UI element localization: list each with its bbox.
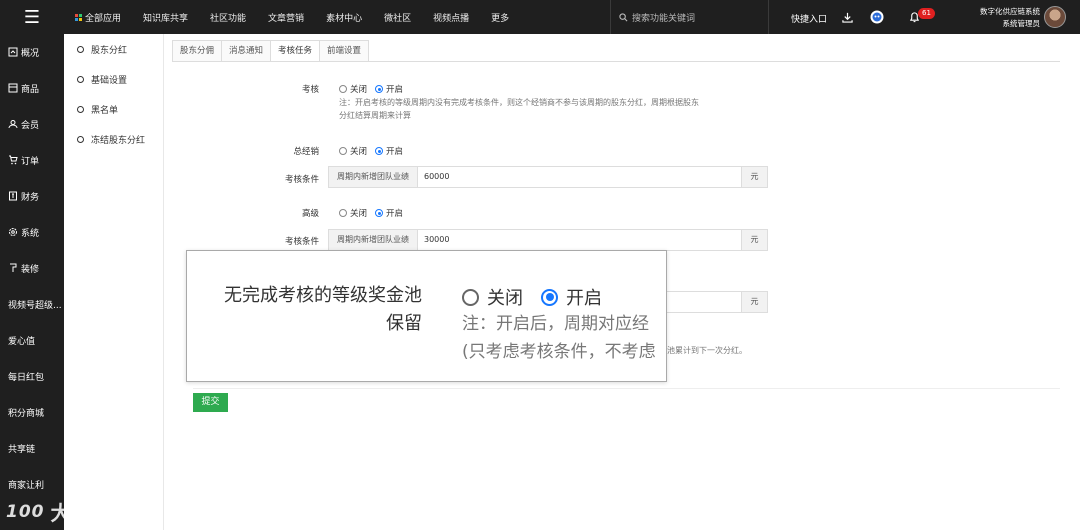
sub-nav: 股东分红 基础设置 黑名单 冻结股东分红 [64, 34, 164, 530]
sidebar-item-share-chain[interactable]: 共享链 [0, 430, 64, 466]
gear-icon [9, 228, 17, 236]
circle-icon [77, 105, 84, 113]
subnav-item-blacklist[interactable]: 黑名单 [64, 94, 163, 124]
form-divider [193, 388, 1060, 389]
sidebar-item-daily-redpacket[interactable]: 每日红包 [0, 358, 64, 394]
nav-all-apps[interactable]: 全部应用 [75, 11, 121, 24]
quick-entry-button[interactable]: 快捷入口 [791, 12, 827, 25]
sidebar-item-orders[interactable]: 订单 [0, 142, 64, 178]
level-general-cond-value[interactable]: 60000 [418, 167, 741, 187]
nav-micro-community[interactable]: 微社区 [384, 11, 411, 24]
tab-assessment-task[interactable]: 考核任务 [270, 40, 321, 62]
nav-community[interactable]: 社区功能 [210, 11, 246, 24]
finance-icon [9, 191, 17, 201]
level-senior-off-radio[interactable] [339, 209, 347, 217]
user-role: 系统管理员 [1002, 19, 1041, 28]
sidebar-item-members[interactable]: 会员 [0, 106, 64, 142]
nav-material[interactable]: 素材中心 [326, 11, 362, 24]
pool-retain-radio-group: 关闭 开启 [462, 284, 602, 310]
nav-video[interactable]: 视频点播 [433, 11, 469, 24]
level-general-cond-input[interactable]: 周期内新增团队业绩 60000 元 [328, 166, 768, 188]
circle-icon [77, 45, 84, 53]
top-bar: ☰ 全部应用 知识库共享 社区功能 文章营销 素材中心 微社区 视频点播 更多 … [0, 0, 1080, 34]
level-general-radio-group: 关闭 开启 [339, 145, 403, 157]
level-general-on-radio[interactable] [375, 147, 384, 155]
pool-retain-note: 注：开启后，周期对应经 (只考虑考核条件，不考虑 [462, 314, 656, 362]
pool-note-tail: 池累计到下一次分红。 [667, 346, 747, 355]
sidebar: 概况 商品 会员 订单 财务 系统 装修 视频号超级... 爱心值 每日红包 积… [0, 34, 64, 530]
level-senior-radio-group: 关闭 开启 [339, 207, 403, 219]
level-senior-cond-label: 考核条件 [284, 237, 319, 247]
subnav-item-basic-settings[interactable]: 基础设置 [64, 64, 163, 94]
apps-grid-icon [75, 13, 82, 21]
assess-on-radio[interactable] [375, 85, 384, 93]
tab-frontend-settings[interactable]: 前端设置 [319, 40, 370, 62]
sidebar-item-finance[interactable]: 财务 [0, 178, 64, 214]
pool-retain-off-radio[interactable] [462, 288, 479, 306]
user-system-name: 数字化供应链系统 [980, 7, 1040, 16]
user-icon [8, 120, 18, 129]
level-senior-label: 高级 [301, 209, 319, 219]
submit-button[interactable]: 提交 [193, 393, 228, 412]
avatar[interactable] [1044, 6, 1066, 28]
circle-icon [77, 75, 84, 83]
menu-icon[interactable]: ☰ [0, 0, 64, 34]
assess-radio-group: 关闭 开启 [339, 83, 403, 95]
sidebar-item-love-value[interactable]: 爱心值 [0, 322, 64, 358]
top-nav: 全部应用 知识库共享 社区功能 文章营销 素材中心 微社区 视频点播 更多 [64, 0, 520, 34]
zoom-callout: 无完成考核的等级奖金池保留 关闭 开启 注：开启后，周期对应经 (只考虑考核条件… [186, 250, 667, 382]
watermark-logo: 100 [6, 501, 45, 522]
sidebar-item-points-mall[interactable]: 积分商城 [0, 394, 64, 430]
tab-divider [172, 61, 1060, 62]
assess-off-radio[interactable] [339, 85, 347, 93]
circle-icon [77, 135, 84, 143]
nav-more[interactable]: 更多 [491, 11, 509, 24]
pool-retain-on-radio[interactable] [541, 288, 558, 306]
level-senior-cond-input[interactable]: 周期内新增团队业绩 30000 元 [328, 229, 768, 251]
subnav-item-frozen-dividend[interactable]: 冻结股东分红 [64, 124, 163, 154]
download-icon[interactable] [839, 9, 855, 25]
dashboard-icon [8, 47, 18, 57]
pool-input-partial[interactable]: 元 [650, 291, 768, 313]
watermark: 100 大数跨境 [6, 501, 135, 525]
search-input[interactable]: 搜索功能关键词 [610, 0, 769, 34]
cart-icon [9, 155, 18, 165]
notification-badge: 61 [918, 8, 935, 19]
assess-note: 注：开启考核的等级周期内没有完成考核条件，则这个经销商不参与该周期的股东分红，周… [339, 98, 699, 120]
goods-icon [8, 83, 18, 93]
sidebar-item-system[interactable]: 系统 [0, 214, 64, 250]
level-general-off-radio[interactable] [339, 147, 347, 155]
sidebar-item-goods[interactable]: 商品 [0, 70, 64, 106]
level-senior-cond-value[interactable]: 30000 [418, 230, 741, 250]
tab-message-notice[interactable]: 消息通知 [221, 40, 272, 62]
brush-icon [10, 263, 17, 272]
assess-label: 考核 [301, 85, 319, 95]
level-general-label: 总经销 [293, 147, 319, 157]
nav-article[interactable]: 文章营销 [268, 11, 304, 24]
pool-retain-label: 无完成考核的等级奖金池保留 [224, 285, 422, 334]
sidebar-item-video-channel[interactable]: 视频号超级... [0, 286, 64, 322]
level-general-cond-label: 考核条件 [284, 175, 319, 185]
tab-bar: 股东分佣 消息通知 考核任务 前端设置 [172, 40, 370, 62]
robot-icon[interactable] [869, 9, 885, 25]
tab-dividend-commission[interactable]: 股东分佣 [172, 40, 223, 62]
search-icon [619, 12, 628, 21]
sidebar-item-decoration[interactable]: 装修 [0, 250, 64, 286]
subnav-item-dividend[interactable]: 股东分红 [64, 34, 163, 64]
level-senior-on-radio[interactable] [375, 209, 384, 217]
user-info[interactable]: 数字化供应链系统 系统管理员 [960, 6, 1040, 30]
sidebar-item-overview[interactable]: 概况 [0, 34, 64, 70]
nav-knowledge[interactable]: 知识库共享 [143, 11, 188, 24]
